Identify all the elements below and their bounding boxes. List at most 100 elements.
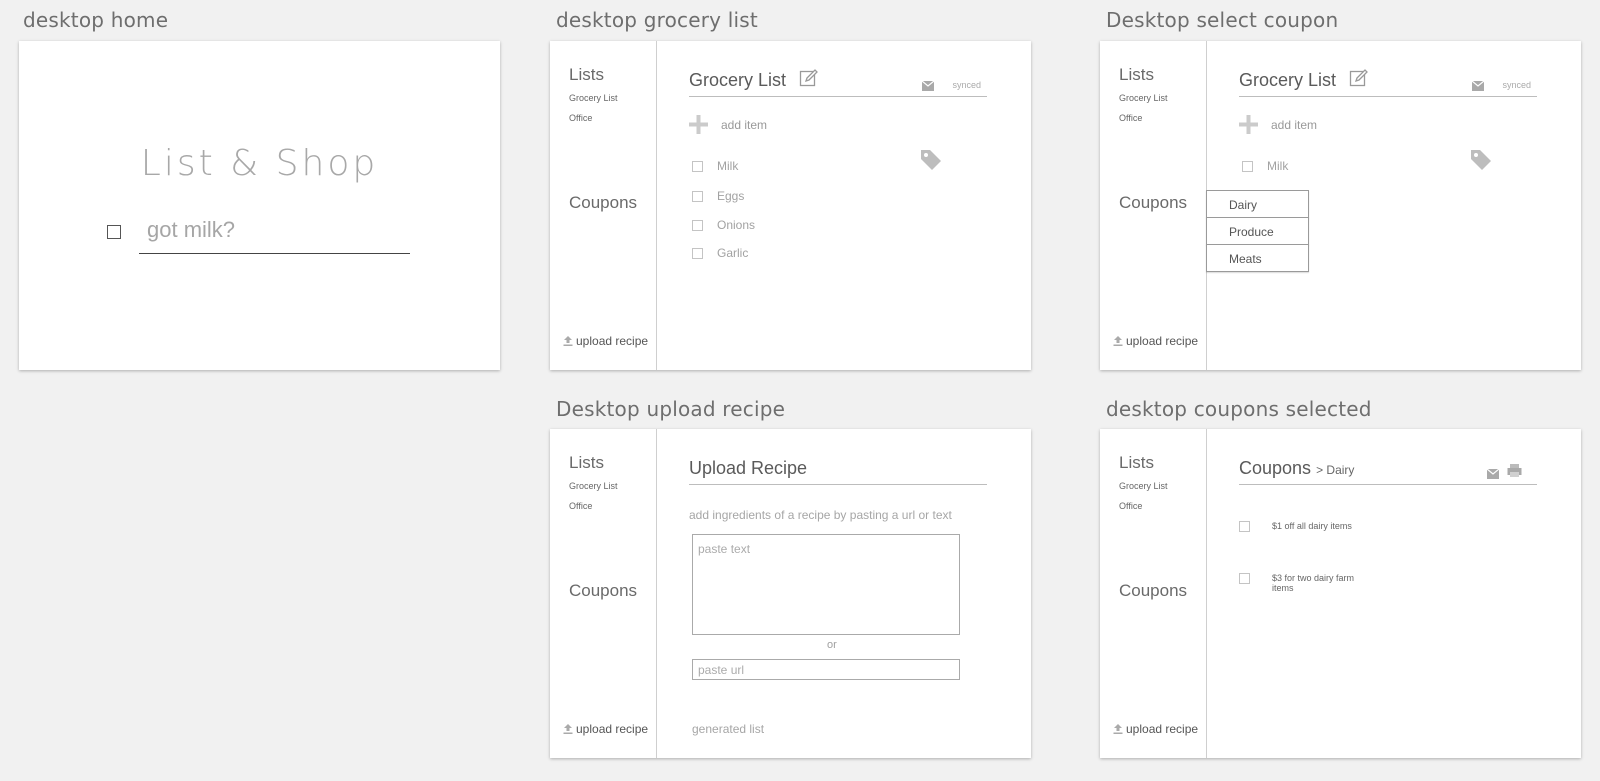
sidebar-item-office[interactable]: Office xyxy=(1119,501,1142,511)
sidebar-lists-heading: Lists xyxy=(1119,453,1154,472)
sidebar: Lists Grocery List Office Coupons upload… xyxy=(1100,41,1207,370)
dropdown-option-produce[interactable]: Produce xyxy=(1206,217,1309,245)
edit-icon[interactable] xyxy=(799,68,819,88)
upload-icon xyxy=(1113,724,1123,734)
paste-text-area[interactable] xyxy=(692,534,960,635)
sidebar-lists-heading: Lists xyxy=(569,453,604,472)
dropdown-option-meats[interactable]: Meats xyxy=(1206,244,1309,272)
tag-icon[interactable] xyxy=(1469,148,1493,172)
item-label: Eggs xyxy=(717,189,745,203)
app-title: List & Shop xyxy=(140,143,379,184)
coupon-checkbox[interactable] xyxy=(1239,521,1250,532)
mail-icon[interactable] xyxy=(1487,469,1499,479)
item-checkbox[interactable] xyxy=(692,190,703,202)
artboard-upload-recipe: Lists Grocery List Office Coupons upload… xyxy=(550,429,1031,758)
sidebar: Lists Grocery List Office Coupons upload… xyxy=(550,41,657,370)
list-item[interactable]: Milk xyxy=(692,159,738,173)
list-header: Grocery List synced xyxy=(689,67,987,97)
sidebar-coupons-heading[interactable]: Coupons xyxy=(1119,581,1187,601)
sidebar-item-office[interactable]: Office xyxy=(569,113,592,123)
upload-icon xyxy=(563,336,573,346)
coupon-label: $3 for two dairy farm items xyxy=(1272,573,1355,593)
tag-icon[interactable] xyxy=(919,148,943,172)
sidebar-coupons-heading[interactable]: Coupons xyxy=(569,193,637,213)
sidebar-item-office[interactable]: Office xyxy=(1119,113,1142,123)
list-item[interactable]: Garlic xyxy=(692,246,748,260)
item-checkbox[interactable] xyxy=(692,247,703,259)
upload-recipe-link[interactable]: upload recipe xyxy=(1112,722,1198,736)
item-label: Garlic xyxy=(717,246,749,260)
coupons-header: Coupons > Dairy xyxy=(1239,455,1537,485)
item-checkbox[interactable] xyxy=(1242,160,1253,172)
sidebar-coupons-heading[interactable]: Coupons xyxy=(569,581,637,601)
sidebar-item-grocery-list[interactable]: Grocery List xyxy=(569,481,618,491)
coupons-heading: Coupons xyxy=(1239,458,1312,478)
upload-icon xyxy=(1113,336,1123,346)
list-item[interactable]: Onions xyxy=(692,218,755,232)
upload-recipe-link[interactable]: upload recipe xyxy=(562,334,648,348)
sidebar-item-office[interactable]: Office xyxy=(569,501,592,511)
add-item-label: add item xyxy=(721,117,768,132)
sidebar-item-grocery-list[interactable]: Grocery List xyxy=(1119,93,1168,103)
sidebar-item-grocery-list[interactable]: Grocery List xyxy=(569,93,618,103)
item-label: Milk xyxy=(717,159,739,173)
frame-title-home: desktop home xyxy=(23,8,169,32)
print-icon[interactable] xyxy=(1507,463,1522,478)
sidebar: Lists Grocery List Office Coupons upload… xyxy=(1100,429,1207,758)
coupon-label: $1 off all dairy items xyxy=(1272,521,1352,531)
list-title: Grocery List xyxy=(1239,70,1337,90)
generated-list-label: generated list xyxy=(692,722,765,736)
sidebar-item-grocery-list[interactable]: Grocery List xyxy=(1119,481,1168,491)
upload-recipe-label: upload recipe xyxy=(1126,722,1199,736)
coupon-item[interactable]: $3 for two dairy farm items xyxy=(1239,573,1372,593)
add-item-row[interactable]: add item xyxy=(1239,115,1317,134)
sidebar-coupons-heading[interactable]: Coupons xyxy=(1119,193,1187,213)
mail-icon[interactable] xyxy=(922,81,934,91)
coupon-checkbox[interactable] xyxy=(1239,573,1250,584)
item-label: Milk xyxy=(1267,159,1289,173)
list-title: Grocery List xyxy=(689,70,787,90)
coupon-category-dropdown: Dairy Produce Meats xyxy=(1206,190,1309,272)
sidebar: Lists Grocery List Office Coupons upload… xyxy=(550,429,657,758)
plus-icon xyxy=(1239,115,1258,134)
upload-recipe-link[interactable]: upload recipe xyxy=(1112,334,1198,348)
sidebar-lists-heading: Lists xyxy=(1119,65,1154,84)
upload-hint: add ingredients of a recipe by pasting a… xyxy=(689,508,952,522)
add-item-row[interactable]: add item xyxy=(689,115,767,134)
list-item[interactable]: Milk xyxy=(1242,159,1288,173)
sync-status: synced xyxy=(1502,80,1531,90)
paste-url-input[interactable] xyxy=(692,659,960,680)
artboard-home: List & Shop xyxy=(19,41,500,370)
upload-header: Upload Recipe xyxy=(689,455,987,485)
artboard-select-coupon: Lists Grocery List Office Coupons upload… xyxy=(1100,41,1581,370)
plus-icon xyxy=(689,115,708,134)
list-item[interactable]: Eggs xyxy=(692,189,744,203)
dropdown-option-dairy[interactable]: Dairy xyxy=(1206,190,1309,218)
home-search-input[interactable] xyxy=(139,212,410,254)
home-checkbox[interactable] xyxy=(107,225,121,239)
upload-recipe-label: upload recipe xyxy=(576,334,649,348)
add-item-label: add item xyxy=(1271,117,1318,132)
edit-icon[interactable] xyxy=(1349,68,1369,88)
frame-title-select-coupon: Desktop select coupon xyxy=(1106,8,1339,32)
breadcrumb[interactable]: > Dairy xyxy=(1316,463,1354,477)
frame-title-coupons-selected: desktop coupons selected xyxy=(1106,397,1372,421)
coupon-item[interactable]: $1 off all dairy items xyxy=(1239,521,1372,532)
sidebar-lists-heading: Lists xyxy=(569,65,604,84)
item-checkbox[interactable] xyxy=(692,219,703,231)
or-divider: or xyxy=(827,639,837,651)
upload-icon xyxy=(563,724,573,734)
item-label: Onions xyxy=(717,218,756,232)
artboard-grocery-list: Lists Grocery List Office Coupons upload… xyxy=(550,41,1031,370)
upload-title: Upload Recipe xyxy=(689,458,808,478)
item-checkbox[interactable] xyxy=(692,160,703,172)
list-header: Grocery List synced xyxy=(1239,67,1537,97)
coupons-title: Coupons > Dairy xyxy=(1239,458,1354,479)
upload-recipe-label: upload recipe xyxy=(576,722,649,736)
upload-recipe-link[interactable]: upload recipe xyxy=(562,722,648,736)
artboard-coupons-selected: Lists Grocery List Office Coupons upload… xyxy=(1100,429,1581,758)
sync-status: synced xyxy=(952,80,981,90)
frame-title-grocery: desktop grocery list xyxy=(556,8,758,32)
mail-icon[interactable] xyxy=(1472,81,1484,91)
frame-title-upload: Desktop upload recipe xyxy=(556,397,786,421)
